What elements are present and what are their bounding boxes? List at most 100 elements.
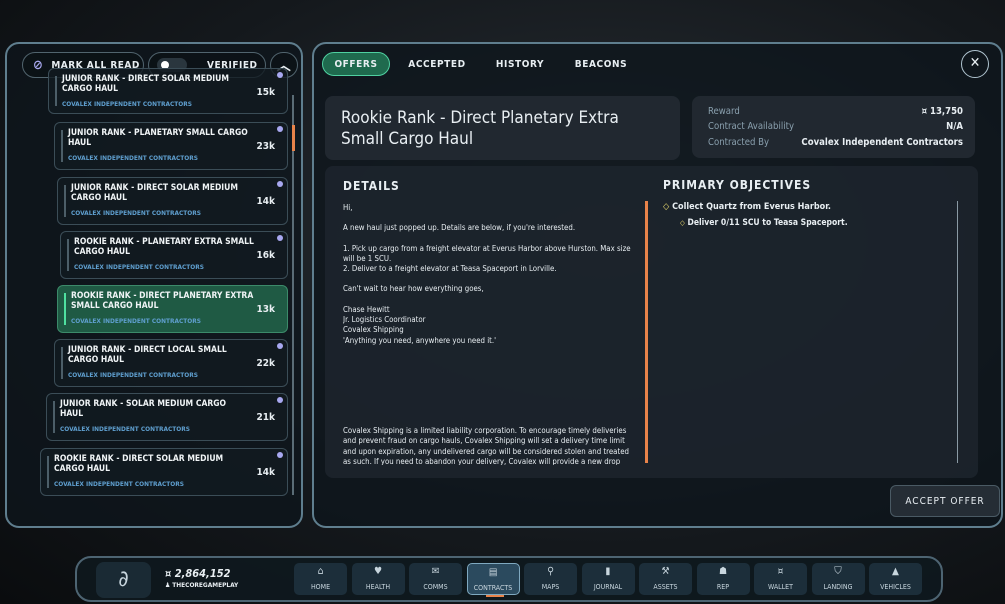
tab-accepted[interactable]: ACCEPTED bbox=[402, 52, 472, 76]
item-title: JUNIOR RANK - PLANETARY SMALL CARGO HAUL bbox=[68, 128, 248, 148]
wallet-icon: ¤ bbox=[777, 566, 784, 577]
contracted-by-label: Contracted By bbox=[708, 137, 770, 148]
item-title: JUNIOR RANK - SOLAR MEDIUM CARGO HAUL bbox=[60, 399, 227, 419]
contract-info-box: Reward ¤ 13,750 Contract Availability N/… bbox=[692, 96, 975, 158]
item-title: ROOKIE RANK - DIRECT SOLAR MEDIUM CARGO … bbox=[54, 454, 224, 474]
assets-icon: ⚒ bbox=[661, 566, 670, 577]
list-scroll-thumb[interactable] bbox=[292, 125, 295, 151]
item-contractor: COVALEX INDEPENDENT CONTRACTORS bbox=[71, 317, 201, 325]
item-value: 13k bbox=[256, 304, 275, 315]
nav-vehicles[interactable]: ▲ VEHICLES bbox=[869, 563, 922, 595]
list-item[interactable]: ROOKIE RANK - DIRECT PLANETARY EXTRA SMA… bbox=[57, 285, 288, 333]
item-contractor: COVALEX INDEPENDENT CONTRACTORS bbox=[60, 425, 190, 433]
item-value: 21k bbox=[256, 412, 275, 423]
objective-item: ◇ Collect Quartz from Everus Harbor. bbox=[663, 202, 832, 212]
nav-journal[interactable]: ▮ JOURNAL bbox=[581, 563, 635, 595]
item-value: 14k bbox=[256, 467, 275, 478]
diamond-icon: ◇ bbox=[663, 202, 670, 212]
item-marker bbox=[55, 76, 57, 106]
details-scrollbar[interactable] bbox=[645, 201, 648, 463]
item-title: ROOKIE RANK - PLANETARY EXTRA SMALL CARG… bbox=[74, 237, 254, 257]
availability-label: Contract Availability bbox=[708, 121, 795, 132]
details-paragraph: 1. Pick up cargo from a freight elevator… bbox=[343, 243, 631, 274]
item-marker bbox=[61, 347, 63, 379]
home-icon: ⌂ bbox=[317, 566, 324, 577]
username: ♟ THECOREGAMEPLAY bbox=[165, 581, 239, 589]
list-item[interactable]: ROOKIE RANK - PLANETARY EXTRA SMALL CARG… bbox=[60, 231, 288, 279]
nav-contracts[interactable]: ▤ CONTRACTS bbox=[466, 563, 520, 597]
maps-icon: ⚲ bbox=[547, 566, 554, 577]
accept-offer-button[interactable]: ACCEPT OFFER bbox=[890, 485, 1000, 517]
list-item[interactable]: JUNIOR RANK - DIRECT LOCAL SMALL CARGO H… bbox=[54, 339, 288, 387]
item-value: 14k bbox=[256, 196, 275, 207]
item-value: 16k bbox=[256, 250, 275, 261]
diamond-icon: ◇ bbox=[680, 219, 685, 227]
item-value: 23k bbox=[256, 141, 275, 152]
unread-dot-icon bbox=[277, 126, 283, 132]
details-paragraph: Hi, bbox=[343, 203, 353, 212]
item-title: ROOKIE RANK - DIRECT PLANETARY EXTRA SMA… bbox=[71, 291, 254, 311]
item-marker bbox=[64, 185, 66, 217]
currency-icon: ¤ bbox=[165, 567, 175, 580]
reward-label: Reward bbox=[708, 106, 740, 117]
item-contractor: COVALEX INDEPENDENT CONTRACTORS bbox=[71, 209, 201, 217]
item-title: JUNIOR RANK - DIRECT SOLAR MEDIUM CARGO … bbox=[62, 74, 229, 94]
tab-offers[interactable]: OFFERS bbox=[322, 52, 390, 76]
close-button[interactable]: ✕ bbox=[961, 50, 989, 78]
item-contractor: COVALEX INDEPENDENT CONTRACTORS bbox=[54, 480, 184, 488]
nav-health[interactable]: ♥ HEALTH bbox=[351, 563, 405, 595]
journal-icon: ▮ bbox=[605, 566, 611, 577]
nav-maps[interactable]: ⚲ MAPS bbox=[524, 563, 577, 595]
details-paragraph: Covalex Shipping is a limited liability … bbox=[343, 425, 629, 465]
nav-rep[interactable]: ☗ REP bbox=[696, 563, 750, 595]
list-item[interactable]: JUNIOR RANK - PLANETARY SMALL CARGO HAUL… bbox=[54, 122, 288, 170]
balance-display: ¤ 2,864,152 bbox=[165, 567, 231, 580]
close-icon: ✕ bbox=[969, 55, 981, 71]
list-item[interactable]: JUNIOR RANK - SOLAR MEDIUM CARGO HAUL CO… bbox=[46, 393, 288, 441]
unread-dot-icon bbox=[277, 452, 283, 458]
list-item[interactable]: JUNIOR RANK - DIRECT SOLAR MEDIUM CARGO … bbox=[57, 177, 288, 225]
item-contractor: COVALEX INDEPENDENT CONTRACTORS bbox=[74, 263, 204, 271]
chat-icon: ✉ bbox=[431, 566, 440, 577]
item-marker bbox=[47, 456, 49, 488]
nav-home[interactable]: ⌂ HOME bbox=[294, 563, 347, 595]
list-item[interactable]: JUNIOR RANK - DIRECT SOLAR MEDIUM CARGO … bbox=[48, 68, 288, 114]
unread-dot-icon bbox=[277, 181, 283, 187]
nav-comms[interactable]: ✉ COMMS bbox=[409, 563, 462, 595]
mobiglas-logo: ∂ bbox=[96, 562, 151, 598]
contracts-icon: ▤ bbox=[488, 567, 498, 578]
details-paragraph: A new haul just popped up. Details are b… bbox=[343, 223, 576, 233]
list-scrollbar[interactable] bbox=[292, 95, 294, 495]
nav-wallet[interactable]: ¤ WALLET bbox=[754, 563, 807, 595]
item-marker bbox=[67, 239, 69, 271]
unread-dot-icon bbox=[277, 72, 283, 78]
details-paragraph: Can't wait to hear how everything goes, bbox=[343, 284, 484, 294]
objectives-heading: PRIMARY OBJECTIVES bbox=[663, 178, 812, 192]
unread-dot-icon bbox=[277, 235, 283, 241]
details-heading: DETAILS bbox=[343, 179, 400, 193]
details-paragraph: Chase Hewitt Jr. Logistics Coordinator C… bbox=[343, 304, 497, 345]
item-marker bbox=[53, 401, 55, 433]
tab-history[interactable]: HISTORY bbox=[488, 52, 552, 76]
item-title: JUNIOR RANK - DIRECT LOCAL SMALL CARGO H… bbox=[68, 345, 227, 365]
item-contractor: COVALEX INDEPENDENT CONTRACTORS bbox=[68, 154, 198, 162]
item-value: 15k bbox=[256, 87, 275, 98]
sub-objective-item: ◇ Deliver 0/11 SCU to Teasa Spaceport. bbox=[680, 218, 848, 228]
contract-title: Rookie Rank - Direct Planetary Extra Sma… bbox=[341, 108, 619, 149]
list-item[interactable]: ROOKIE RANK - DIRECT SOLAR MEDIUM CARGO … bbox=[40, 448, 288, 496]
item-contractor: COVALEX INDEPENDENT CONTRACTORS bbox=[62, 100, 192, 108]
contract-title-box: Rookie Rank - Direct Planetary Extra Sma… bbox=[325, 96, 680, 160]
reward-value: ¤ 13,750 bbox=[921, 106, 963, 117]
details-text[interactable]: Hi, A new haul just popped up. Details ar… bbox=[343, 203, 633, 465]
nav-landing[interactable]: ⛉ LANDING bbox=[811, 563, 865, 595]
heart-icon: ♥ bbox=[373, 566, 383, 577]
availability-value: N/A bbox=[946, 121, 963, 132]
nav-assets[interactable]: ⚒ ASSETS bbox=[639, 563, 692, 595]
rep-icon: ☗ bbox=[718, 566, 728, 577]
vehicles-icon: ▲ bbox=[892, 566, 899, 577]
item-title: JUNIOR RANK - DIRECT SOLAR MEDIUM CARGO … bbox=[71, 183, 238, 203]
objectives-scrollbar[interactable] bbox=[957, 201, 958, 463]
active-indicator bbox=[485, 595, 504, 597]
mark-read-icon: ⊘ bbox=[33, 57, 44, 73]
tab-beacons[interactable]: BEACONS bbox=[568, 52, 634, 76]
